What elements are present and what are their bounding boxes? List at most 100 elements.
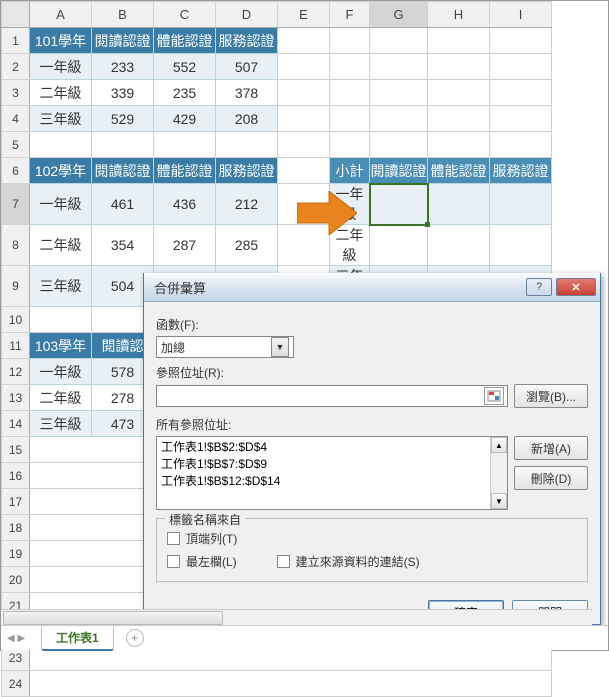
cell[interactable]: 339 xyxy=(92,80,154,106)
row-header[interactable]: 8 xyxy=(2,225,30,266)
cell[interactable] xyxy=(330,106,370,132)
cell[interactable]: 101學年 xyxy=(30,28,92,54)
create-links-checkbox[interactable] xyxy=(277,555,290,568)
help-button[interactable]: ? xyxy=(526,278,552,296)
col-header-i[interactable]: I xyxy=(490,2,552,28)
cell[interactable]: 一年級 xyxy=(30,184,92,225)
cell[interactable] xyxy=(278,54,330,80)
cell[interactable]: 閱讀認證 xyxy=(92,158,154,184)
cell[interactable]: 二年級 xyxy=(30,225,92,266)
cell[interactable] xyxy=(428,28,490,54)
top-row-checkbox[interactable] xyxy=(167,532,180,545)
cell[interactable] xyxy=(278,132,330,158)
list-item[interactable]: 工作表1!$B$12:$D$14 xyxy=(161,473,487,490)
cell[interactable]: 二年級 xyxy=(30,80,92,106)
sheet-tab[interactable]: 工作表1 xyxy=(41,626,114,651)
cell[interactable]: 233 xyxy=(92,54,154,80)
range-picker-icon[interactable] xyxy=(484,387,504,405)
cell[interactable]: 一年級 xyxy=(30,359,92,385)
cell[interactable]: 三年級 xyxy=(30,411,92,437)
cell[interactable] xyxy=(490,184,552,225)
cell[interactable] xyxy=(370,28,428,54)
row-header[interactable]: 7 xyxy=(2,184,30,225)
add-button[interactable]: 新增(A) xyxy=(514,436,588,460)
cell[interactable] xyxy=(428,225,490,266)
row-header[interactable]: 3 xyxy=(2,80,30,106)
scroll-down-icon[interactable]: ▼ xyxy=(491,493,507,509)
cell[interactable]: 小計 xyxy=(330,158,370,184)
scrollbar-thumb[interactable] xyxy=(3,611,223,625)
cell[interactable] xyxy=(30,307,92,333)
cell[interactable] xyxy=(370,80,428,106)
close-button[interactable]: ✕ xyxy=(556,278,596,296)
col-header-e[interactable]: E xyxy=(278,2,330,28)
row-header[interactable]: 24 xyxy=(2,671,30,697)
select-all-corner[interactable] xyxy=(2,2,30,28)
cell[interactable] xyxy=(330,80,370,106)
cell[interactable] xyxy=(428,106,490,132)
row-header[interactable]: 14 xyxy=(2,411,30,437)
cell[interactable] xyxy=(278,28,330,54)
cell[interactable] xyxy=(428,132,490,158)
cell[interactable] xyxy=(490,132,552,158)
cell[interactable]: 103學年 xyxy=(30,333,92,359)
list-item[interactable]: 工作表1!$B$7:$D$9 xyxy=(161,456,487,473)
cell[interactable] xyxy=(278,158,330,184)
cell[interactable] xyxy=(490,28,552,54)
col-header-f[interactable]: F xyxy=(330,2,370,28)
row-header[interactable]: 18 xyxy=(2,515,30,541)
cell[interactable]: 507 xyxy=(216,54,278,80)
cell[interactable]: 二年級 xyxy=(30,385,92,411)
cell[interactable] xyxy=(428,54,490,80)
cell[interactable]: 529 xyxy=(92,106,154,132)
row-header[interactable]: 2 xyxy=(2,54,30,80)
cell[interactable]: 208 xyxy=(216,106,278,132)
cell[interactable] xyxy=(370,132,428,158)
cell[interactable] xyxy=(30,671,552,697)
cell[interactable] xyxy=(92,132,154,158)
cell[interactable]: 235 xyxy=(154,80,216,106)
cell[interactable]: 服務認證 xyxy=(216,158,278,184)
cell[interactable] xyxy=(370,225,428,266)
cell[interactable] xyxy=(154,132,216,158)
cell[interactable]: 體能認證 xyxy=(154,28,216,54)
row-header[interactable]: 9 xyxy=(2,266,30,307)
cell[interactable]: 552 xyxy=(154,54,216,80)
cell[interactable]: 三年級 xyxy=(30,106,92,132)
cell[interactable]: 閱讀認證 xyxy=(370,158,428,184)
cell[interactable]: 閱讀認證 xyxy=(92,28,154,54)
row-header[interactable]: 13 xyxy=(2,385,30,411)
cell[interactable] xyxy=(490,80,552,106)
cell[interactable]: 436 xyxy=(154,184,216,225)
cell[interactable] xyxy=(370,106,428,132)
row-header[interactable]: 12 xyxy=(2,359,30,385)
row-header[interactable]: 4 xyxy=(2,106,30,132)
cell[interactable]: 287 xyxy=(154,225,216,266)
cell[interactable] xyxy=(490,225,552,266)
cell[interactable] xyxy=(330,28,370,54)
references-listbox[interactable]: 工作表1!$B$2:$D$4 工作表1!$B$7:$D$9 工作表1!$B$12… xyxy=(156,436,508,510)
list-item[interactable]: 工作表1!$B$2:$D$4 xyxy=(161,439,487,456)
left-col-checkbox[interactable] xyxy=(167,555,180,568)
cell[interactable]: 429 xyxy=(154,106,216,132)
row-header[interactable]: 5 xyxy=(2,132,30,158)
cell[interactable] xyxy=(490,106,552,132)
cell[interactable] xyxy=(428,184,490,225)
cell[interactable]: 服務認證 xyxy=(216,28,278,54)
cell[interactable]: 三年級 xyxy=(30,266,92,307)
scrollbar[interactable]: ▲ ▼ xyxy=(490,437,507,509)
col-header-g[interactable]: G xyxy=(370,2,428,28)
cell[interactable] xyxy=(278,106,330,132)
cell[interactable] xyxy=(30,132,92,158)
col-header-h[interactable]: H xyxy=(428,2,490,28)
horizontal-scrollbar[interactable] xyxy=(1,609,592,625)
cell[interactable]: 服務認證 xyxy=(490,158,552,184)
col-header-d[interactable]: D xyxy=(216,2,278,28)
col-header-b[interactable]: B xyxy=(92,2,154,28)
delete-button[interactable]: 刪除(D) xyxy=(514,466,588,490)
cell[interactable]: 354 xyxy=(92,225,154,266)
scroll-up-icon[interactable]: ▲ xyxy=(491,437,507,453)
cell[interactable] xyxy=(278,80,330,106)
cell[interactable]: 378 xyxy=(216,80,278,106)
row-header[interactable]: 11 xyxy=(2,333,30,359)
